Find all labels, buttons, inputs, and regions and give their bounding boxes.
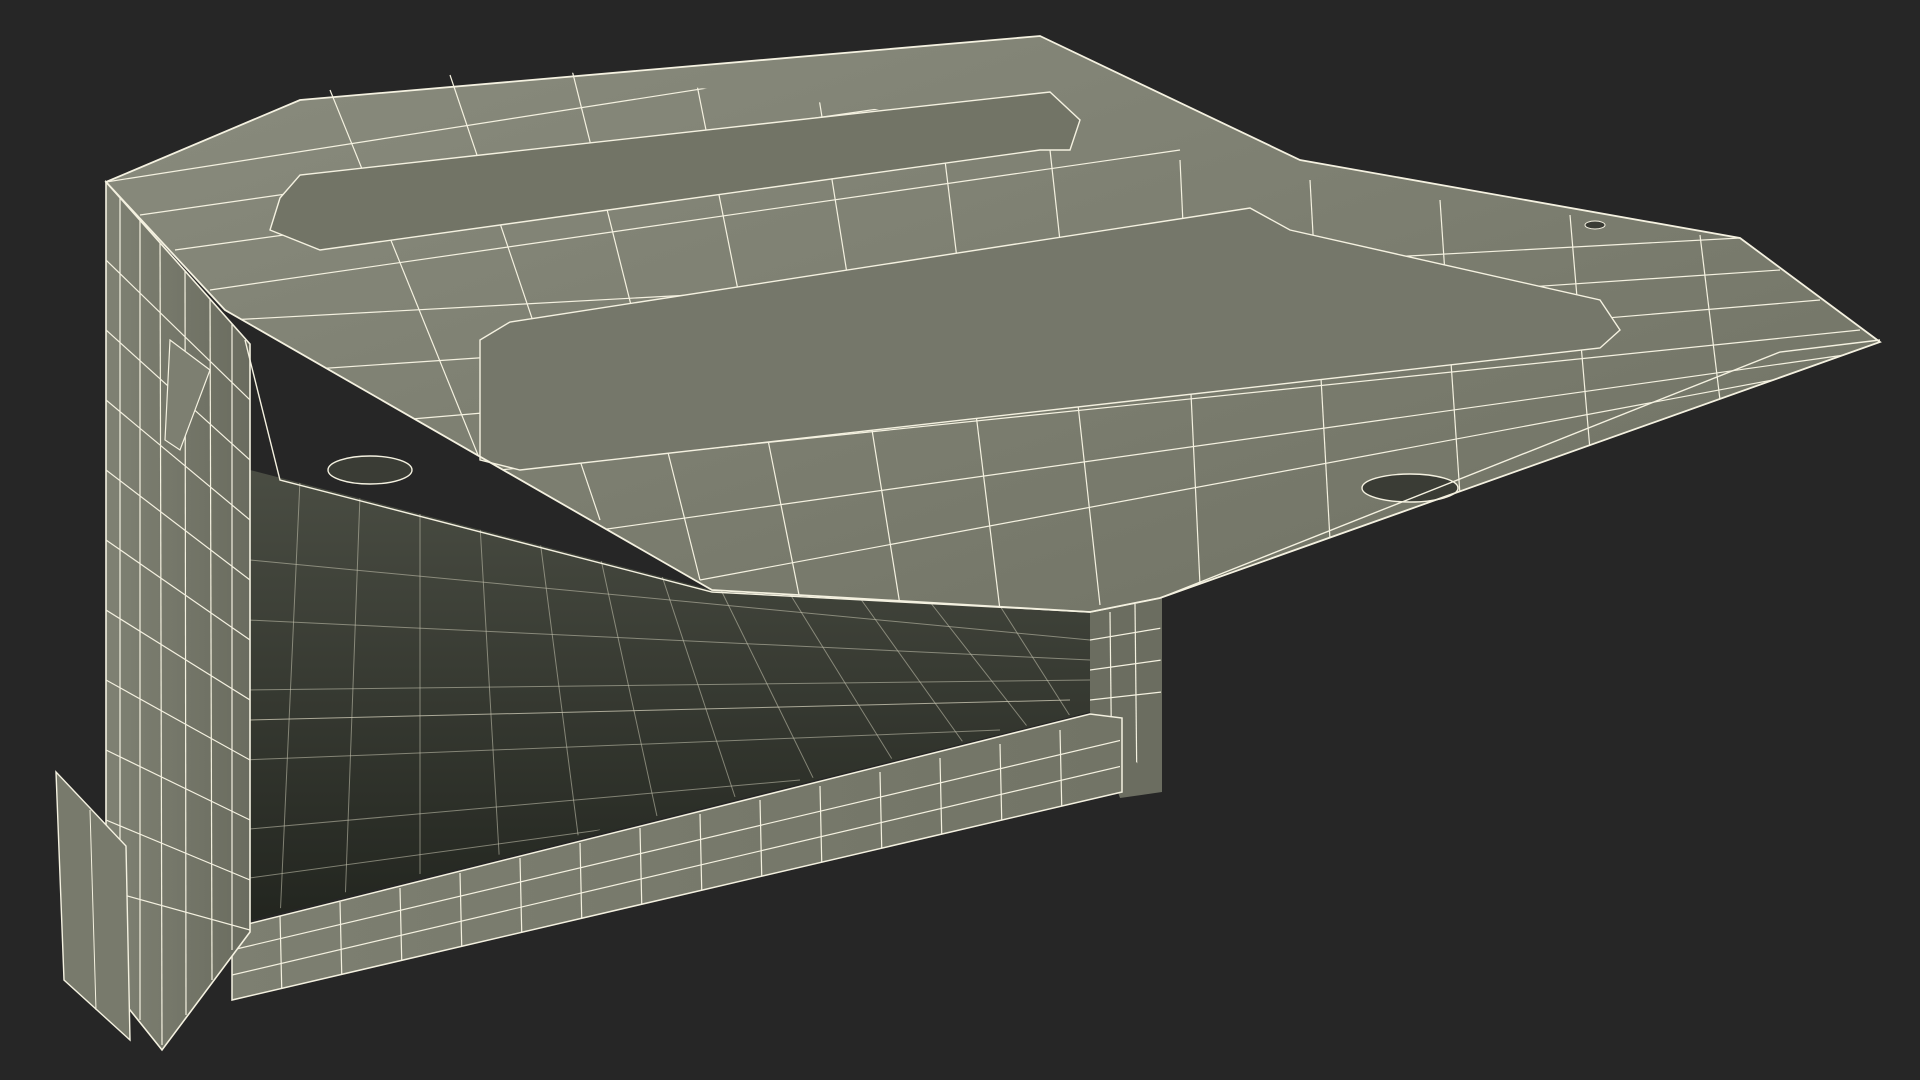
lid-hole-left <box>327 455 413 485</box>
render-viewport <box>0 0 1920 1080</box>
lid-hole-corner <box>1584 220 1606 230</box>
box-left-wall <box>55 179 251 1052</box>
box-wireframe-render <box>55 35 1882 1052</box>
